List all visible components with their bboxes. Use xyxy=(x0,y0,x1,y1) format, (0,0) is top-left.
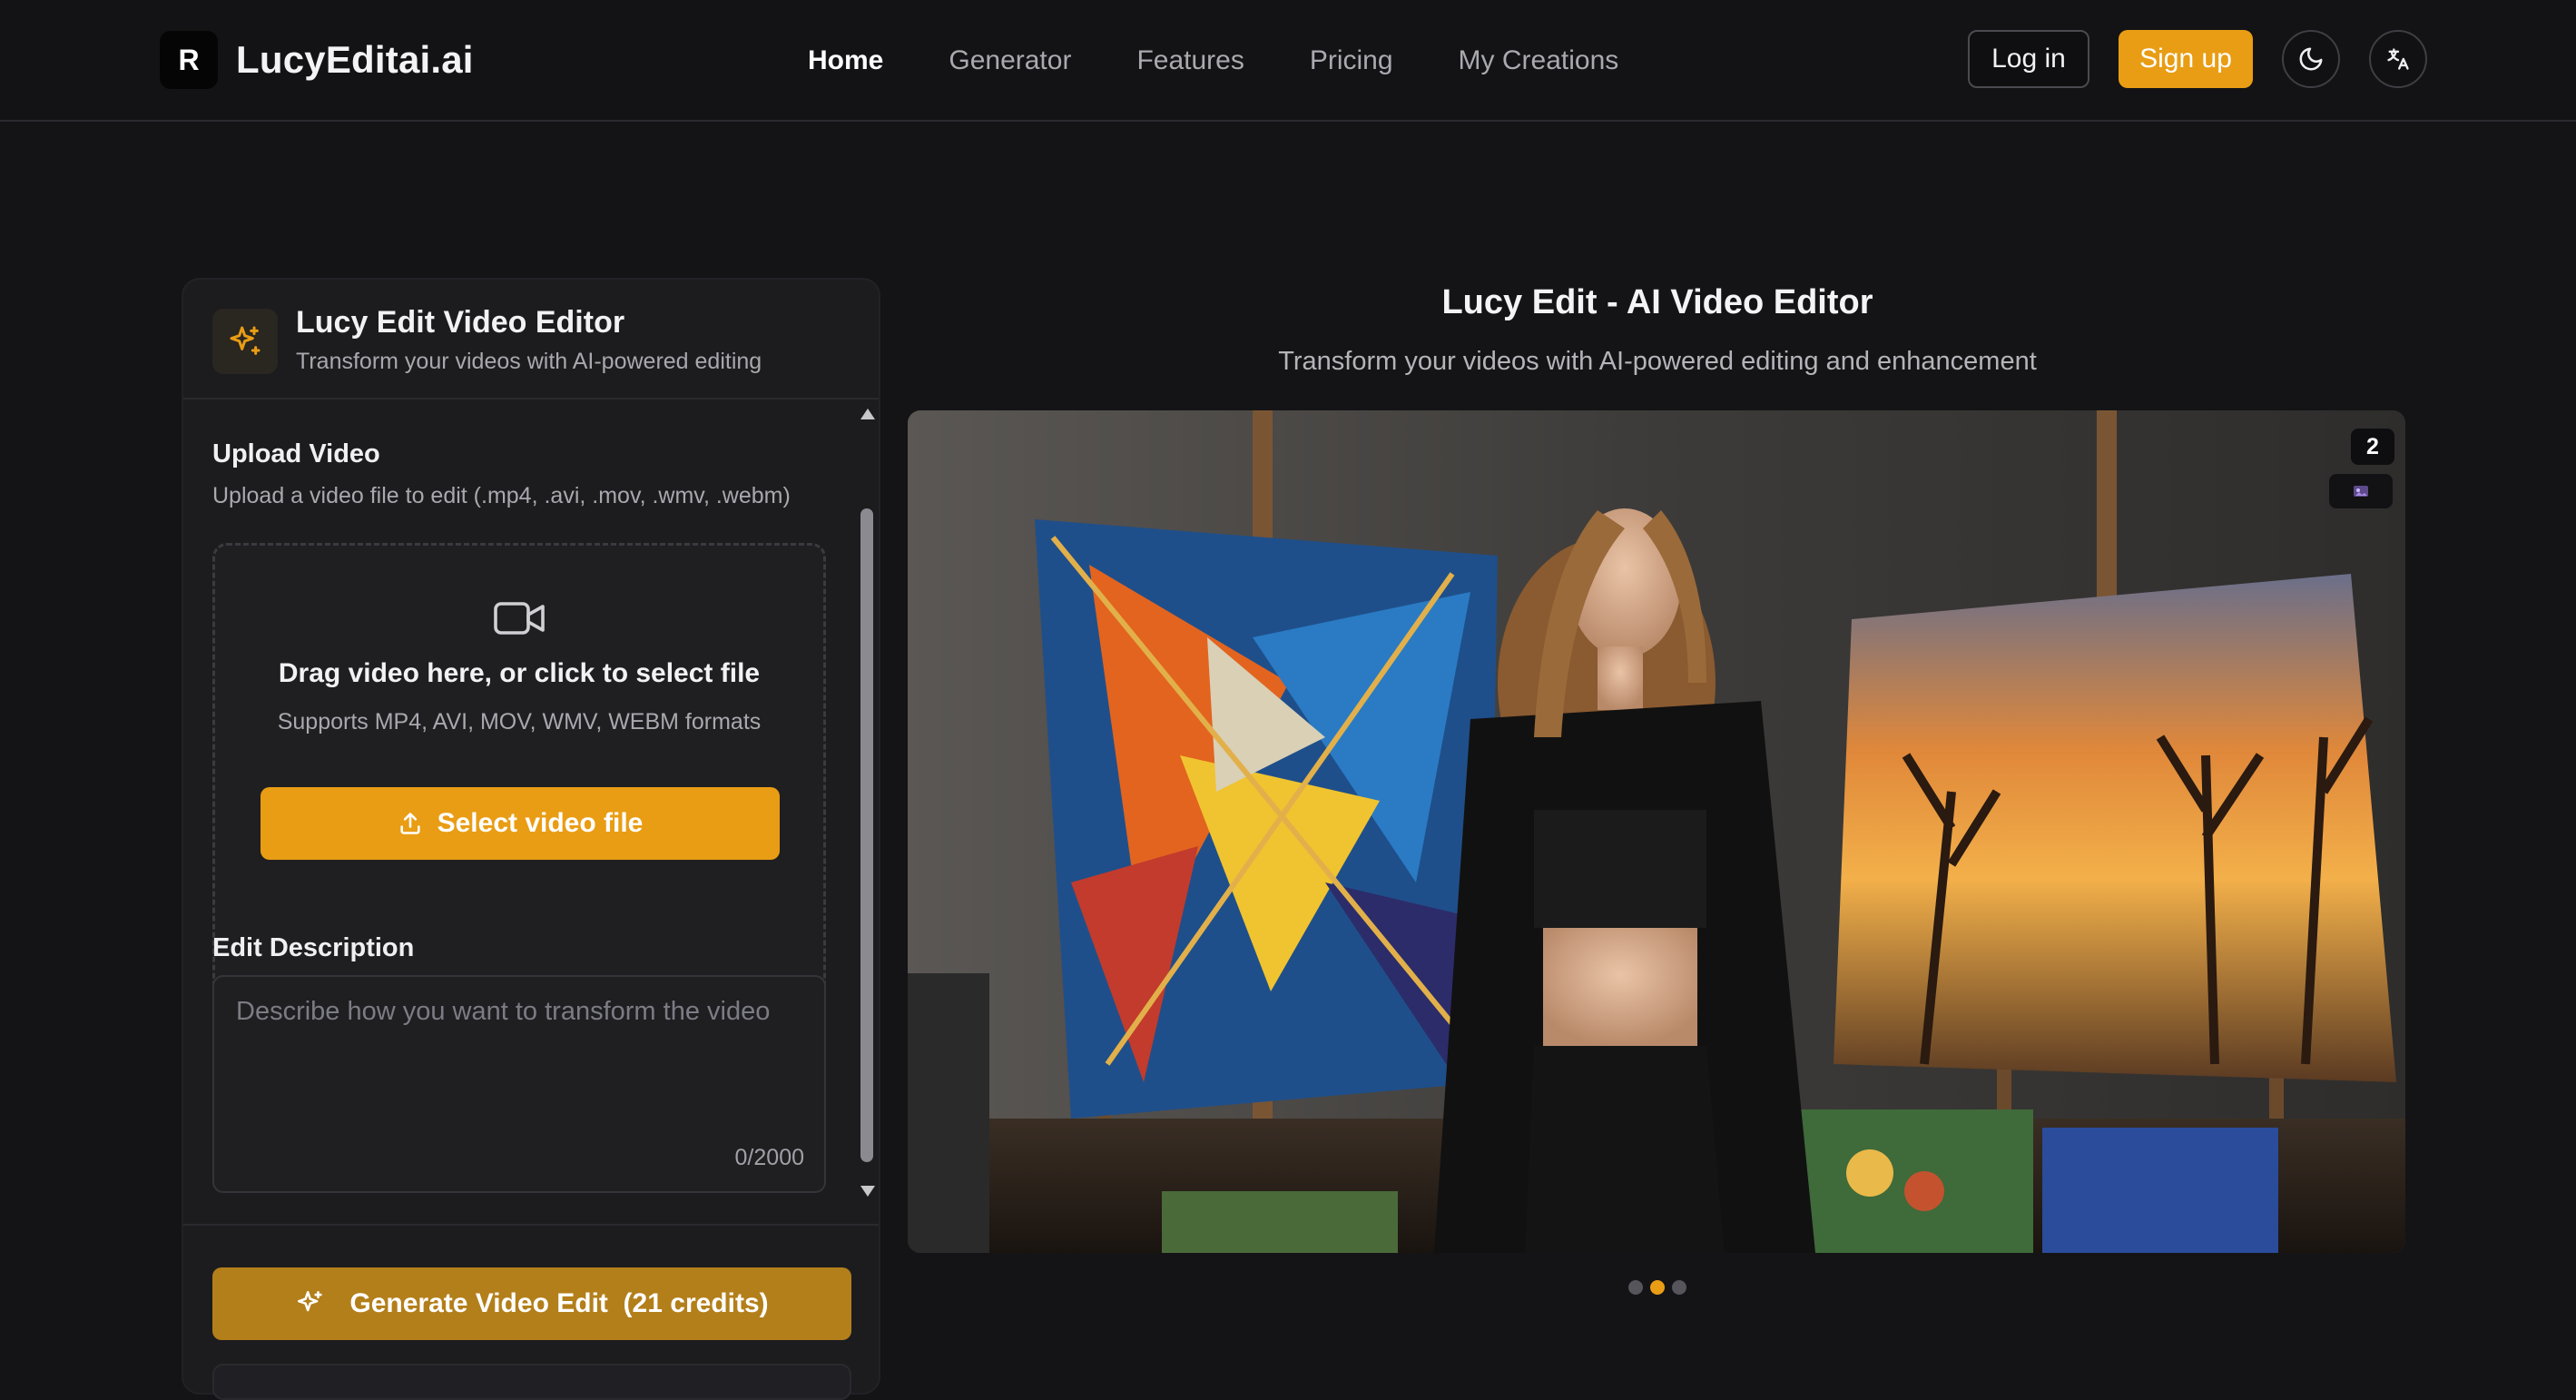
login-button[interactable]: Log in xyxy=(1968,30,2089,88)
scroll-up-arrow[interactable] xyxy=(860,409,875,419)
scrollbar-thumb[interactable] xyxy=(860,508,873,1162)
select-video-button[interactable]: Select video file xyxy=(261,787,780,860)
carousel-dots xyxy=(1628,1280,1686,1295)
moon-icon xyxy=(2299,47,2323,71)
editor-panel: Lucy Edit Video Editor Transform your vi… xyxy=(182,278,880,1400)
brand-name: LucyEditai.ai xyxy=(236,38,474,81)
dropzone-title: Drag video here, or click to select file xyxy=(278,658,761,688)
carousel-dot[interactable] xyxy=(1672,1280,1686,1295)
gallery-icon[interactable] xyxy=(2329,474,2393,508)
carousel-dot[interactable] xyxy=(1628,1280,1643,1295)
textarea-placeholder: Describe how you want to transform the v… xyxy=(236,997,771,1026)
brand-logo: R xyxy=(160,31,218,89)
generate-button-label: Generate Video Edit (21 credits) xyxy=(349,1288,769,1318)
carousel-dot-active[interactable] xyxy=(1650,1280,1665,1295)
image-count-badge: 2 xyxy=(2351,429,2394,465)
nav-pricing[interactable]: Pricing xyxy=(1310,45,1393,76)
select-video-label: Select video file xyxy=(437,808,644,838)
scroll-down-arrow[interactable] xyxy=(860,1186,875,1197)
sparkles-icon xyxy=(298,1290,322,1312)
panel-header: Lucy Edit Video Editor Transform your vi… xyxy=(183,280,879,399)
edit-description-label: Edit Description xyxy=(212,933,415,962)
hero-title: Lucy Edit - AI Video Editor xyxy=(1441,283,1873,321)
nav-generator[interactable]: Generator xyxy=(949,45,1071,76)
upload-video-label: Upload Video xyxy=(212,439,380,468)
panel-subtitle: Transform your videos with AI-powered ed… xyxy=(296,349,762,374)
character-counter: 0/2000 xyxy=(734,1145,804,1170)
brand[interactable]: R LucyEditai.ai xyxy=(160,30,474,90)
hero-subtitle: Transform your videos with AI-powered ed… xyxy=(1278,347,2037,376)
dropzone-formats: Supports MP4, AVI, MOV, WMV, WEBM format… xyxy=(277,709,762,735)
panel-next-card xyxy=(212,1364,851,1400)
signup-button[interactable]: Sign up xyxy=(2119,30,2253,88)
edit-description-textarea[interactable]: Describe how you want to transform the v… xyxy=(212,975,826,1193)
upload-icon xyxy=(399,813,420,834)
preview-image xyxy=(908,410,2405,1253)
generate-video-edit-button[interactable]: Generate Video Edit (21 credits) xyxy=(212,1267,851,1340)
video-preview[interactable]: 2 xyxy=(908,410,2405,1253)
video-camera-icon xyxy=(494,602,545,635)
language-button[interactable] xyxy=(2369,30,2427,88)
translate-icon xyxy=(2387,48,2409,70)
panel-scrollbar[interactable] xyxy=(857,401,877,1200)
panel-divider xyxy=(183,1224,879,1226)
nav-my-creations[interactable]: My Creations xyxy=(1459,45,1619,76)
upload-video-hint: Upload a video file to edit (.mp4, .avi,… xyxy=(212,483,791,508)
nav-home[interactable]: Home xyxy=(808,45,883,76)
top-navbar: R LucyEditai.ai Home Generator Features … xyxy=(0,0,2576,122)
sparkles-icon xyxy=(212,309,278,374)
panel-title: Lucy Edit Video Editor xyxy=(296,305,625,340)
nav-features[interactable]: Features xyxy=(1136,45,1244,76)
theme-toggle-button[interactable] xyxy=(2282,30,2340,88)
main-nav: Home Generator Features Pricing My Creat… xyxy=(808,36,1618,85)
